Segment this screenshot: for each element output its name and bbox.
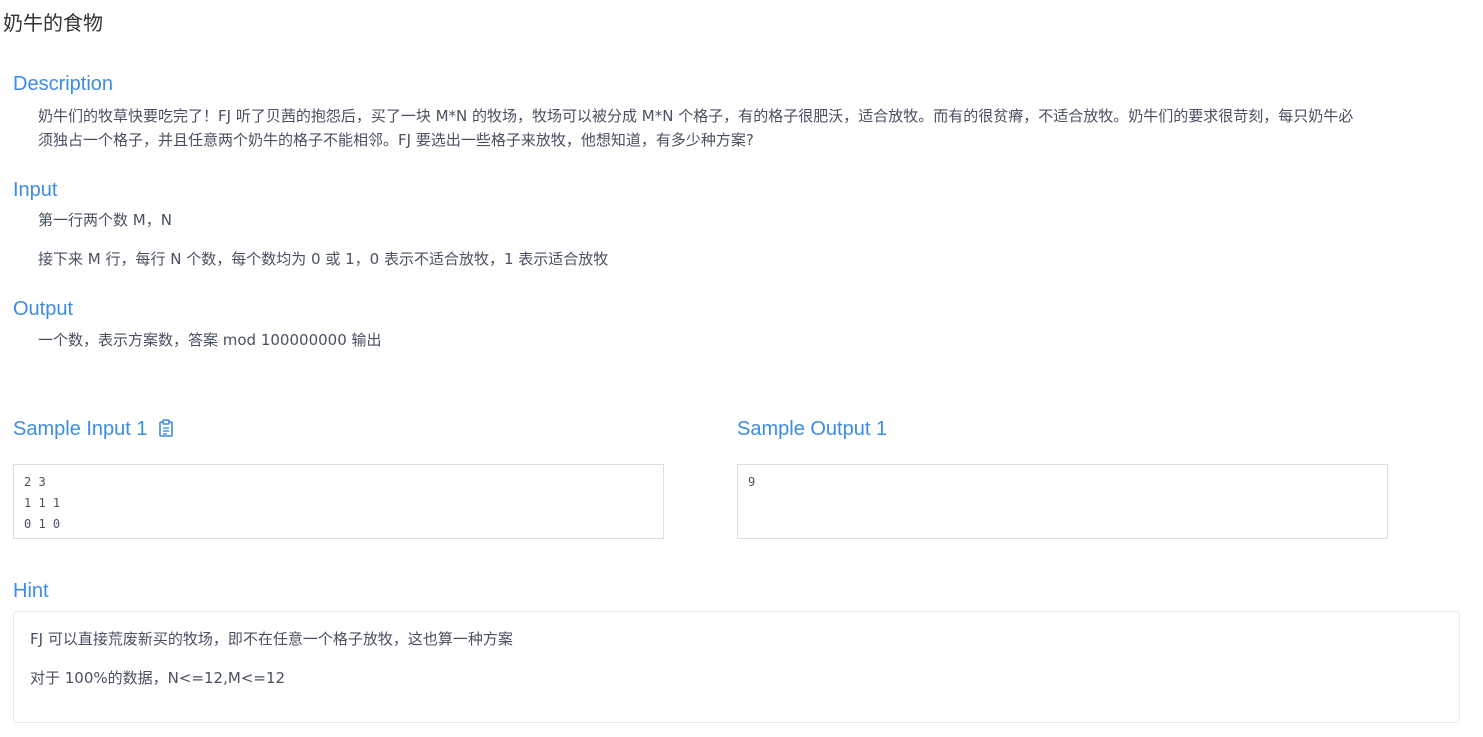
input-line-2: 接下来 M 行，每行 N 个数，每个数均为 0 或 1，0 表示不适合放牧，1 …: [38, 250, 609, 268]
sample-input-box[interactable]: 2 3 1 1 1 0 1 0: [13, 464, 664, 539]
sample-output-heading: Sample Output 1: [737, 418, 888, 440]
clipboard-icon[interactable]: [158, 418, 174, 444]
hint-line-2: 对于 100%的数据，N<=12,M<=12: [30, 669, 286, 687]
sample-output-box[interactable]: 9: [737, 464, 1388, 539]
input-line-1: 第一行两个数 M，N: [38, 211, 172, 229]
sample-input-heading: Sample Input 1: [13, 416, 174, 444]
page-title: 奶牛的食物: [3, 11, 103, 35]
description-heading: Description: [13, 73, 114, 95]
output-heading: Output: [13, 298, 74, 320]
description-line-1: 奶牛们的牧草快要吃完了！FJ 听了贝茜的抱怨后，买了一块 M*N 的牧场，牧场可…: [38, 107, 1354, 125]
description-line-2: 须独占一个格子，并且任意两个奶牛的格子不能相邻。FJ 要选出一些格子来放牧，他想…: [38, 131, 754, 149]
hint-line-1: FJ 可以直接荒废新买的牧场，即不在任意一个格子放牧，这也算一种方案: [30, 630, 513, 648]
hint-heading: Hint: [13, 580, 49, 602]
sample-input-heading-label: Sample Input 1: [13, 418, 148, 440]
output-line-1: 一个数，表示方案数，答案 mod 100000000 输出: [38, 331, 382, 349]
input-heading: Input: [13, 179, 58, 201]
